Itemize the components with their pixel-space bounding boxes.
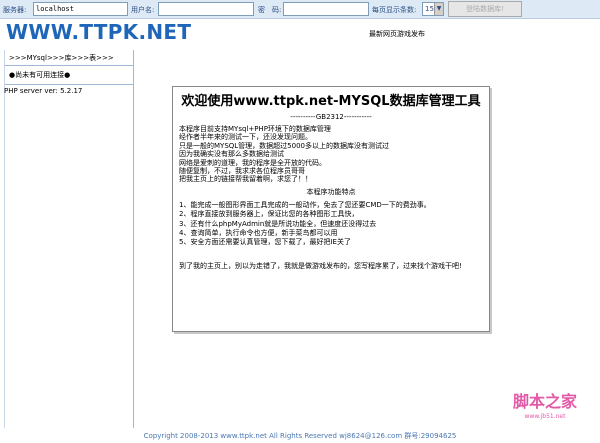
- username-label: 用户名:: [131, 6, 155, 14]
- intro-line: 经作者半年来的测试一下，还没发现问题。: [179, 133, 312, 142]
- feature-item: 1、能完成一般图形界面工具完成的一般动作，免去了您还要CMD一下的费劲事。: [179, 200, 431, 209]
- sidebar: >>>MYsql>>>库>>>表>>> ●尚未有可用连接●: [4, 50, 134, 428]
- password-input[interactable]: [283, 2, 369, 16]
- password-label: 密 码:: [258, 6, 282, 14]
- intro-line: 网络是爱刺的道理，我的程序是全开放的代码。: [179, 158, 326, 167]
- server-input[interactable]: localhost: [33, 2, 128, 16]
- connection-status: ●尚未有可用连接●: [5, 66, 133, 85]
- headline-link[interactable]: 最新网页游戏发布: [369, 29, 425, 39]
- feature-item: 3、还有什么phpMyAdmin就是所说功能全，但速度还没得过去: [179, 219, 377, 228]
- watermark: 脚本之家 www.jb51.net: [500, 388, 590, 420]
- intro-line: 把我主页上的链接帮我留着啊，求您了！！: [179, 175, 312, 184]
- connection-toolbar: 服务器: localhost 用户名: 密 码: 每页显示条数: 15 ▼ 登陆…: [0, 0, 600, 19]
- server-version: PHP server ver: 5.2.17: [4, 87, 83, 95]
- per-page-label: 每页显示条数:: [372, 6, 417, 14]
- site-logo[interactable]: WWW.TTPK.NET: [6, 20, 191, 44]
- chevron-down-icon: ▼: [434, 3, 443, 15]
- watermark-url: www.jb51.net: [524, 413, 566, 420]
- server-label: 服务器:: [3, 6, 27, 14]
- breadcrumb[interactable]: >>>MYsql>>>库>>>表>>>: [5, 50, 133, 66]
- intro-line: 因为我确实没有那么多数据给测试: [179, 150, 284, 159]
- copyright-footer: Copyright 2008-2013 www.ttpk.net All Rig…: [143, 432, 457, 440]
- homepage-note: 到了我的主页上，别以为走错了，我就是做游戏发布的，您写程序累了，过来找个游戏干吧…: [179, 261, 462, 270]
- features-title: 本程序功能特点: [306, 187, 356, 196]
- per-page-select[interactable]: 15 ▼: [422, 2, 444, 16]
- intro-text: 本程序目前支持MYsql+PHP环境下的数据库管理 经作者半年来的测试一下，还没…: [173, 123, 489, 184]
- page-title: 欢迎使用www.ttpk.net-MYSQL数据库管理工具: [181, 94, 481, 109]
- per-page-value: 15: [425, 5, 434, 13]
- connect-button[interactable]: 登陆数据库!: [448, 1, 522, 17]
- intro-line: 只是一般的MYSQL管理，数据超过5000多以上的数据库没有测试过: [179, 141, 389, 150]
- feature-item: 2、程序直接放到服务器上，保证比您的各种图形工具快，: [179, 210, 359, 219]
- feature-item: 5、安全方面还需要认真管理，您下载了，最好把IE关了: [179, 238, 351, 247]
- welcome-panel: 欢迎使用www.ttpk.net-MYSQL数据库管理工具 ----------…: [172, 86, 490, 332]
- features-list: 1、能完成一般图形界面工具完成的一般动作，免去了您还要CMD一下的费劲事。 2、…: [173, 197, 489, 248]
- watermark-text: 脚本之家: [512, 392, 577, 411]
- charset-line: ----------GB2312-----------: [290, 113, 372, 121]
- username-input[interactable]: [158, 2, 254, 16]
